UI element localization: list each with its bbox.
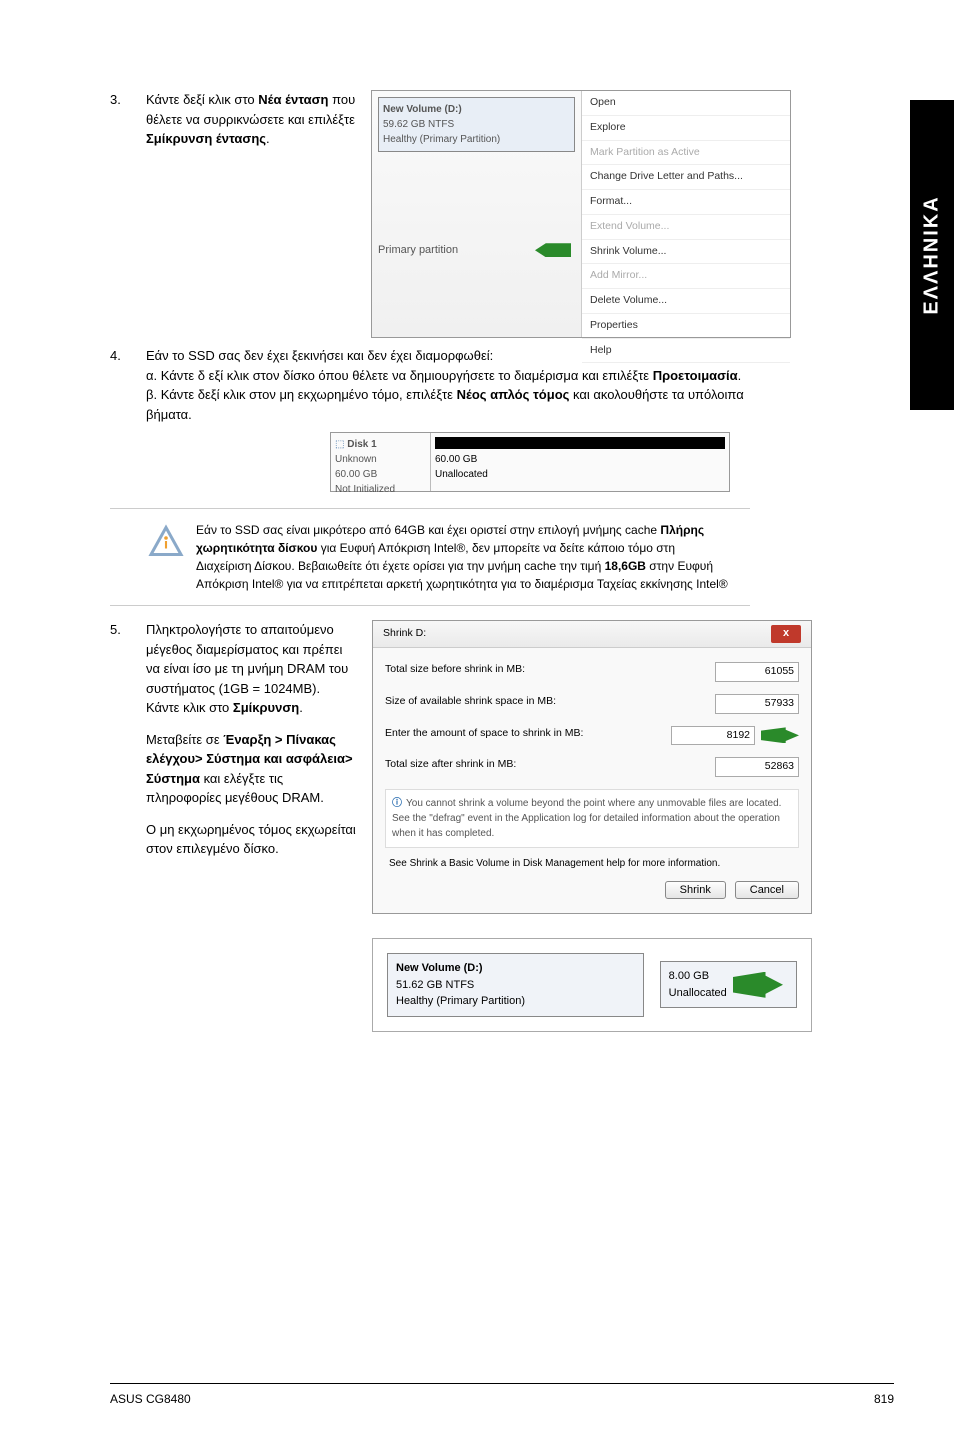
warning-icon [146, 521, 186, 561]
menu-change-letter[interactable]: Change Drive Letter and Paths... [582, 165, 790, 190]
arrow-left-icon [761, 727, 799, 743]
arrow-left-icon [733, 972, 783, 998]
step-4-number: 4. [110, 346, 146, 424]
after-unallocated-cell: 8.00 GB Unallocated [660, 961, 797, 1008]
shrink-info-1: ⓘYou cannot shrink a volume beyond the p… [385, 789, 799, 848]
footer-left: ASUS CG8480 [110, 1390, 191, 1408]
arrow-left-icon [535, 243, 571, 257]
step-4-a: α. Κάντε δ εξί κλικ στον δίσκο όπου θέλε… [146, 366, 750, 386]
disk1-right: 60.00 GB Unallocated [431, 433, 729, 491]
page-footer: ASUS CG8480 819 [110, 1383, 894, 1408]
menu-properties[interactable]: Properties [582, 314, 790, 339]
shrink-dialog-title: Shrink D: [383, 626, 426, 642]
language-side-tab: ΕΛΛΗΝΙΚΑ [910, 100, 954, 410]
volume-box: New Volume (D:) 59.62 GB NTFS Healthy (P… [378, 97, 575, 152]
after-shrink-screenshot: New Volume (D:) 51.62 GB NTFS Healthy (P… [372, 938, 812, 1032]
context-menu-screenshot: New Volume (D:) 59.62 GB NTFS Healthy (P… [371, 90, 791, 338]
step-5: 5. Πληκτρολογήστε το απαιτούμενο μέγεθος… [110, 620, 750, 1032]
language-label: ΕΛΛΗΝΙΚΑ [917, 195, 947, 314]
menu-explore[interactable]: Explore [582, 116, 790, 141]
info-icon: ⓘ [392, 798, 402, 809]
shrink-info-2: See Shrink a Basic Volume in Disk Manage… [385, 848, 799, 871]
menu-format[interactable]: Format... [582, 190, 790, 215]
value-enter-amount[interactable]: 8192 [671, 726, 755, 746]
disk1-left: ⬚ Disk 1 Unknown 60.00 GB Not Initialize… [331, 433, 431, 491]
value-available: 57933 [715, 694, 799, 714]
disk1-bar [435, 437, 725, 449]
page-content: 3. Κάντε δεξί κλικ στο Νέα ένταση που θέ… [0, 0, 860, 1032]
menu-extend-volume[interactable]: Extend Volume... [582, 215, 790, 240]
step-4-b: β. Κάντε δεξί κλικ στον μη εκχωρημένο τό… [146, 385, 750, 424]
step-5-text: Πληκτρολογήστε το απαιτούμενο μέγεθος δι… [146, 620, 356, 1032]
menu-shrink-volume[interactable]: Shrink Volume... [582, 240, 790, 265]
label-total-after: Total size after shrink in MB: [385, 757, 516, 777]
shrink-button[interactable]: Shrink [665, 881, 726, 899]
menu-open[interactable]: Open [582, 91, 790, 116]
step-3: 3. Κάντε δεξί κλικ στο Νέα ένταση που θέ… [110, 90, 750, 338]
primary-partition-label: Primary partition [378, 242, 575, 259]
step-3-text: Κάντε δεξί κλικ στο Νέα ένταση που θέλετ… [146, 90, 356, 149]
label-enter-amount: Enter the amount of space to shrink in M… [385, 726, 583, 746]
step-5-number: 5. [110, 620, 146, 1032]
after-volume-cell: New Volume (D:) 51.62 GB NTFS Healthy (P… [387, 953, 644, 1017]
menu-mark-active[interactable]: Mark Partition as Active [582, 141, 790, 166]
context-menu: Open Explore Mark Partition as Active Ch… [581, 91, 790, 337]
note-box: Εάν το SSD σας είναι μικρότερο από 64GB … [110, 508, 750, 606]
menu-add-mirror[interactable]: Add Mirror... [582, 264, 790, 289]
value-total-before: 61055 [715, 662, 799, 682]
note-text: Εάν το SSD σας είναι μικρότερο από 64GB … [196, 521, 750, 593]
cancel-button[interactable]: Cancel [735, 881, 799, 899]
footer-page-number: 819 [874, 1390, 894, 1408]
label-available: Size of available shrink space in MB: [385, 694, 556, 714]
disk1-screenshot: ⬚ Disk 1 Unknown 60.00 GB Not Initialize… [330, 432, 730, 492]
disk-pane: New Volume (D:) 59.62 GB NTFS Healthy (P… [372, 91, 581, 337]
value-total-after: 52863 [715, 757, 799, 777]
label-total-before: Total size before shrink in MB: [385, 662, 525, 682]
disk-icon: ⬚ [335, 439, 344, 450]
shrink-dialog: Shrink D: x Total size before shrink in … [372, 620, 812, 914]
step-3-number: 3. [110, 90, 146, 338]
menu-help[interactable]: Help [582, 339, 790, 364]
close-icon[interactable]: x [771, 625, 801, 643]
menu-delete-volume[interactable]: Delete Volume... [582, 289, 790, 314]
